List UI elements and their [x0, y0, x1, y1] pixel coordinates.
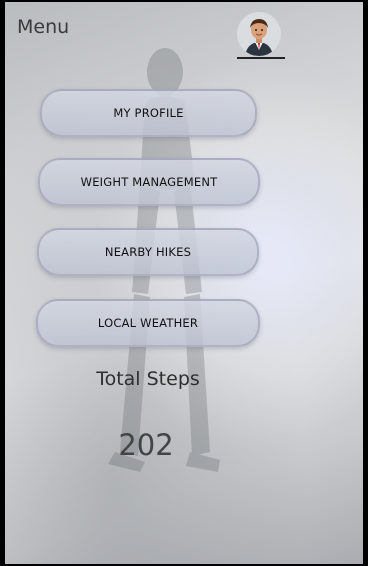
local-weather-button[interactable]: LOCAL WEATHER: [36, 299, 260, 347]
total-steps-label: Total Steps: [96, 368, 200, 390]
nearby-hikes-button[interactable]: NEARBY HIKES: [37, 228, 259, 276]
app-screen: Menu MY PROFILE WEIGHT MANAGEMENT NEARBY…: [5, 2, 363, 564]
weight-management-button[interactable]: WEIGHT MANAGEMENT: [38, 158, 260, 206]
avatar-underline: [237, 57, 285, 59]
user-avatar-icon[interactable]: [237, 12, 281, 56]
my-profile-button[interactable]: MY PROFILE: [40, 89, 257, 137]
total-steps-value: 202: [118, 428, 174, 462]
menu-title[interactable]: Menu: [17, 16, 69, 38]
